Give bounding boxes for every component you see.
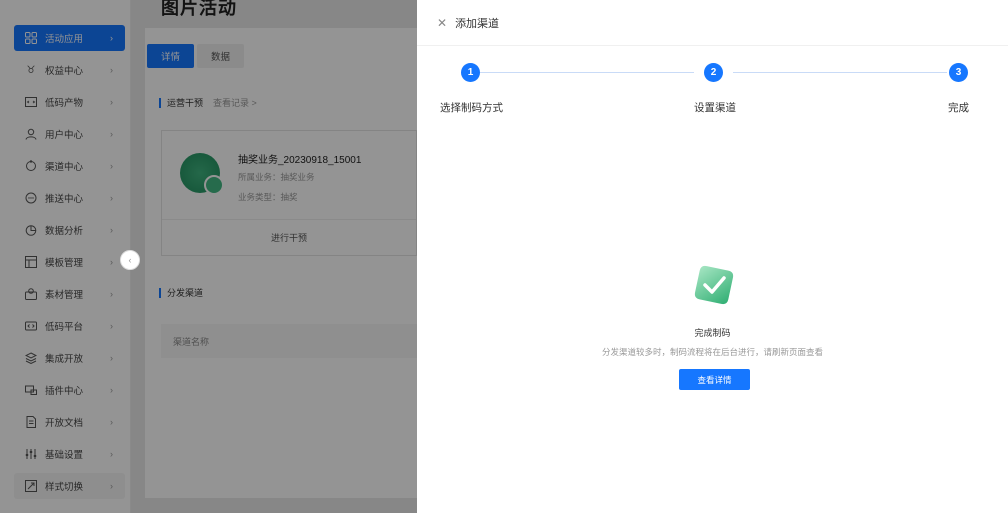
drawer-header: ✕ 添加渠道 [417,0,1008,46]
step-1-circle: 1 [461,63,480,82]
step-connector [733,72,947,73]
step-connector [480,72,694,73]
step-1-label: 选择制码方式 [440,102,503,114]
close-icon[interactable]: ✕ [437,16,447,30]
collapse-sidebar-button[interactable]: ‹ [120,250,140,270]
result-description: 分发渠道较多时，制码流程将在后台进行，请刷新页面查看 [601,347,823,357]
success-check-icon [694,265,734,305]
drawer-title: 添加渠道 [455,17,500,30]
add-channel-drawer: ✕ 添加渠道 1 2 3 选择制码方式 设置渠道 完成 完成制码 分发渠道较多时… [417,0,1008,513]
view-details-button[interactable]: 查看详情 [679,369,750,390]
step-3-circle: 3 [949,63,968,82]
step-2-circle: 2 [704,63,723,82]
chevron-left-icon: ‹ [128,255,132,265]
result-title: 完成制码 [694,328,731,338]
step-2-label: 设置渠道 [694,102,736,114]
modal-mask[interactable] [0,0,417,513]
step-3-label: 完成 [948,102,969,114]
